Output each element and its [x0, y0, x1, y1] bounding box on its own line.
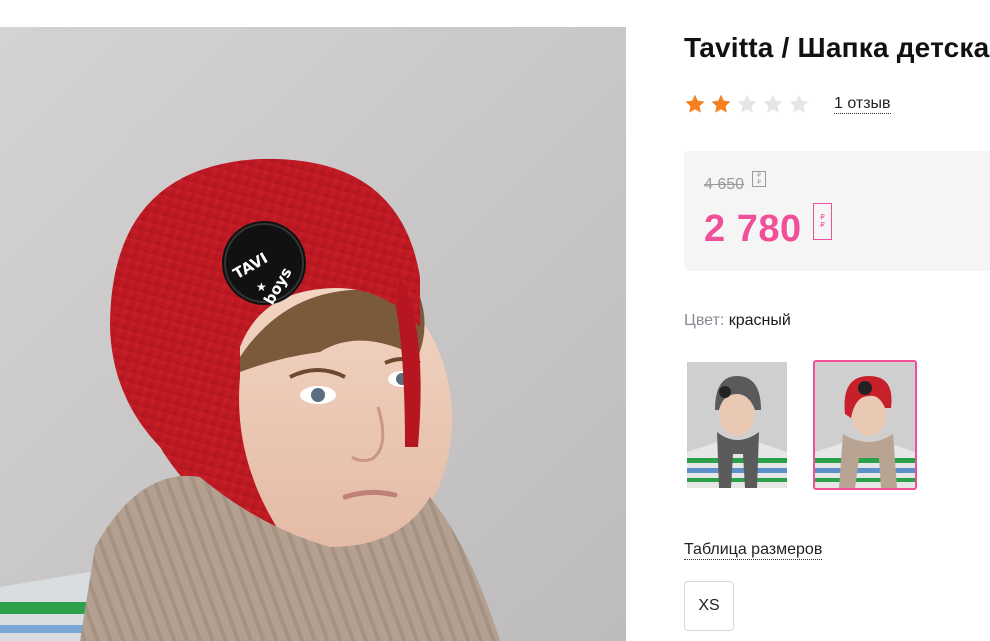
product-photo-illustration [0, 27, 626, 641]
star-empty-icon [737, 94, 757, 113]
star-empty-icon [789, 94, 809, 113]
currency-glyph: ₽ [820, 222, 825, 229]
current-price: 2 780 [704, 208, 802, 250]
grey-hat-thumbnail [687, 362, 787, 488]
color-swatch-grey[interactable] [685, 360, 789, 490]
star-filled-icon [711, 94, 731, 113]
reviews-link[interactable]: 1 отзыв [834, 95, 891, 114]
color-label: Цвет: [684, 312, 725, 329]
old-price: 4 650 [704, 176, 745, 193]
currency-glyph: ₽ [820, 214, 825, 221]
star-empty-icon [763, 94, 783, 113]
currency-glyph: ₽ [757, 180, 761, 186]
currency-glyph: ₽ [757, 173, 761, 179]
size-table-link[interactable]: Таблица размеров [684, 540, 823, 560]
price-box: 4 650 ₽ ₽ 2 780 ₽ ₽ [684, 151, 990, 271]
size-option-xs[interactable]: XS [684, 581, 734, 631]
product-title: Tavitta / Шапка детская [684, 32, 990, 63]
star-filled-icon [685, 94, 705, 113]
old-price-currency-icon: ₽ ₽ [752, 171, 766, 187]
rating [684, 92, 810, 116]
color-info: Цвет: красный [684, 311, 791, 331]
color-value: красный [728, 312, 791, 329]
star-rating [684, 93, 810, 115]
current-price-currency-icon: ₽ ₽ [813, 203, 832, 240]
red-hat-thumbnail [815, 362, 915, 488]
color-swatch-red[interactable] [813, 360, 917, 490]
main-product-photo[interactable]: TAVI ★ boys [0, 27, 626, 641]
